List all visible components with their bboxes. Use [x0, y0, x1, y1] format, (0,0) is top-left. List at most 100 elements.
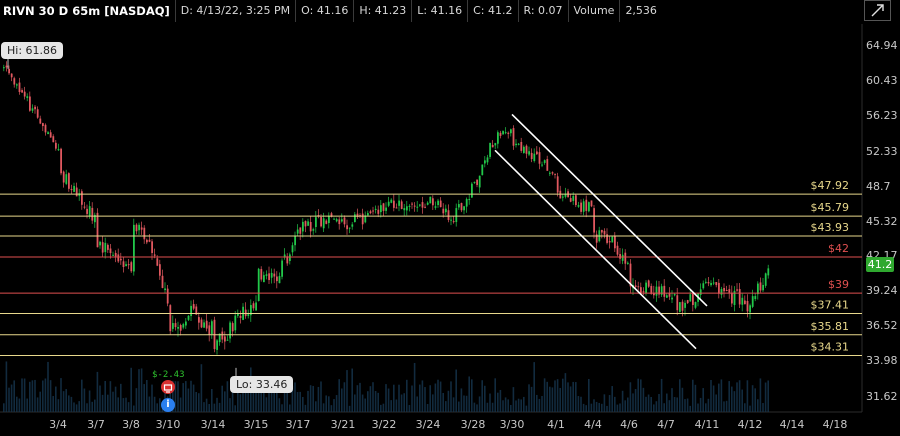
volume-bar — [234, 405, 236, 412]
volume-bar — [289, 404, 291, 412]
candle-body — [47, 132, 49, 135]
candle-body — [208, 325, 211, 336]
volume-bar — [520, 399, 522, 412]
candle-body — [741, 297, 744, 305]
candle-body — [161, 275, 164, 288]
candle-body — [476, 179, 478, 185]
candle-body — [278, 276, 281, 284]
candle-body — [725, 290, 728, 292]
y-tick-label: 60.43 — [866, 74, 898, 87]
candle-body — [104, 242, 107, 253]
candle-body — [96, 212, 99, 248]
volume-bar — [260, 391, 262, 412]
volume-bar — [68, 395, 70, 412]
candle-body — [75, 187, 78, 197]
channel-lower-line[interactable] — [494, 149, 697, 350]
candle-body — [432, 198, 434, 206]
candle-body — [99, 241, 101, 246]
candle-body — [577, 205, 580, 207]
volume-bar — [86, 403, 88, 412]
volume-bar — [387, 388, 390, 412]
x-tick-label: 3/22 — [372, 418, 397, 431]
candle-body — [754, 296, 757, 300]
candle-body — [260, 269, 263, 280]
volume-bar — [348, 405, 351, 412]
candle-body — [39, 118, 42, 124]
volume-bar — [478, 396, 481, 412]
candle-body — [424, 206, 426, 208]
candle-body — [187, 315, 190, 320]
candle-body — [533, 153, 536, 161]
range-readout: R: 0.07 — [519, 0, 569, 22]
level-label: $37.41 — [811, 299, 850, 312]
candle-body — [44, 124, 47, 133]
candle-body — [382, 203, 385, 211]
volume-bar — [554, 380, 556, 412]
candle-body — [400, 201, 403, 209]
volume-bar — [689, 405, 691, 412]
volume-bar — [494, 378, 496, 412]
candle-body — [380, 205, 382, 213]
price-chart[interactable]: $47.92 $45.79 $43.93 $42 $39 $37.41 $35.81 $34.… — [0, 0, 900, 436]
x-tick-label: 3/17 — [286, 418, 311, 431]
candle-body — [21, 90, 23, 93]
candle-body — [637, 286, 640, 288]
volume-bar — [484, 385, 486, 412]
candle-body — [546, 159, 549, 171]
level-label: $43.93 — [811, 221, 850, 234]
candle-body — [73, 185, 75, 192]
candle-body — [325, 220, 328, 224]
volume-bar — [5, 361, 8, 412]
volume-bar — [736, 382, 738, 412]
candle-body — [481, 164, 484, 175]
close-readout: C: 41.2 — [468, 0, 519, 22]
channel-upper-line[interactable] — [511, 113, 708, 307]
volume-bar — [658, 394, 660, 412]
info-icon[interactable]: i — [161, 398, 175, 412]
candle-body — [671, 297, 673, 300]
volume-bar — [619, 403, 621, 412]
candle-body — [712, 282, 715, 284]
volume-bar — [567, 382, 569, 412]
volume-bar — [265, 397, 268, 412]
candle-body — [593, 208, 595, 233]
volume-bar — [764, 382, 767, 412]
volume-bar — [224, 391, 226, 412]
volume-bar — [369, 386, 372, 412]
volume-bar — [88, 390, 91, 412]
candle-body — [393, 200, 395, 208]
candle-body — [611, 236, 614, 243]
candle-body — [590, 200, 593, 207]
candle-body — [179, 325, 182, 331]
candle-body — [460, 203, 463, 211]
candle-body — [322, 218, 325, 229]
candle-body — [135, 224, 138, 232]
earnings-icon[interactable] — [161, 380, 175, 394]
volume-bar — [640, 379, 642, 412]
candle-body — [515, 143, 517, 146]
x-tick-label: 3/4 — [49, 418, 67, 431]
volume-bar — [125, 397, 127, 412]
candle-body — [294, 236, 296, 246]
candle-body — [18, 82, 21, 92]
volume-bar — [83, 388, 86, 412]
candle-body — [348, 227, 351, 229]
volume-bar — [322, 403, 325, 412]
candle-body — [273, 273, 276, 277]
volume-bar — [481, 380, 483, 412]
volume-bar — [426, 404, 429, 412]
candle-body — [497, 132, 499, 144]
volume-bar — [523, 396, 525, 412]
candle-body — [374, 208, 377, 210]
volume-bar — [707, 398, 710, 412]
volume-bar — [117, 397, 119, 412]
x-tick-label: 4/14 — [780, 418, 805, 431]
volume-bar — [445, 401, 447, 412]
expand-diagonal-icon[interactable] — [864, 0, 891, 21]
volume-bar — [549, 386, 551, 412]
volume-bar — [343, 382, 346, 412]
volume-bar — [452, 397, 455, 412]
volume-bar — [731, 386, 733, 412]
volume-bar — [312, 385, 314, 412]
symbol-label[interactable]: RIVN 30 D 65m [NASDAQ] — [0, 0, 176, 22]
